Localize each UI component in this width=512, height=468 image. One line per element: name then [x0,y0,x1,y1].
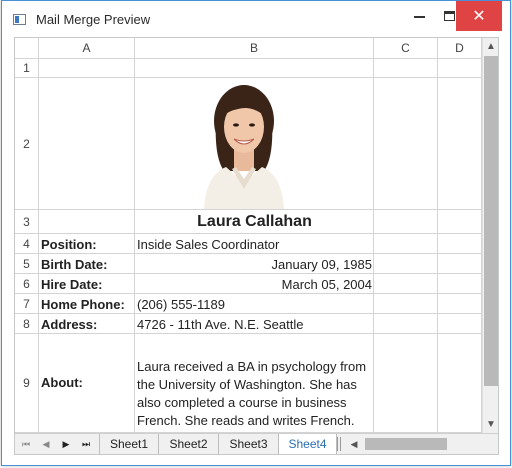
scroll-down-icon[interactable]: ▼ [483,416,498,433]
cell-c5[interactable] [374,254,438,274]
scroll-left-icon[interactable]: ◀ [347,436,361,452]
cell-a3[interactable] [39,210,135,234]
cell-d2[interactable] [438,78,482,210]
row-header-7[interactable]: 7 [15,294,39,314]
cell-d8[interactable] [438,314,482,334]
minimize-button[interactable] [404,1,434,31]
position-label: Position: [41,237,97,252]
cell-d5[interactable] [438,254,482,274]
cell-c3[interactable] [374,210,438,234]
home-phone-label: Home Phone: [41,297,125,312]
maximize-icon [443,11,455,21]
birth-date-value: January 09, 1985 [271,257,372,272]
address-label: Address: [41,317,98,332]
position-value: Inside Sales Coordinator [137,237,280,252]
first-sheet-icon[interactable]: ⏮ [19,437,33,451]
vertical-scroll-thumb[interactable] [484,56,498,386]
cell-c1[interactable] [374,59,438,78]
cell-d7[interactable] [438,294,482,314]
cell-d9[interactable] [438,334,482,433]
title-bar: Mail Merge Preview ✕ [2,1,510,37]
about-text: Laura received a BA in psychology from t… [137,359,367,428]
last-sheet-icon[interactable]: ⏭ [79,437,93,451]
tab-sheet4[interactable]: Sheet4 [279,434,337,454]
mail-merge-preview-window: Mail Merge Preview ✕ A B C D 1 2 3 4 5 6… [1,0,511,466]
birth-date-label: Birth Date: [41,257,108,272]
close-icon: ✕ [472,8,486,25]
row-header-8[interactable]: 8 [15,314,39,334]
column-header-b[interactable]: B [135,38,374,59]
column-header-c[interactable]: C [374,38,438,59]
close-button[interactable]: ✕ [456,1,502,31]
select-all-corner[interactable] [15,38,39,59]
row-header-6[interactable]: 6 [15,274,39,294]
person-photo [186,79,302,209]
window-title: Mail Merge Preview [36,12,151,27]
row-header-2[interactable]: 2 [15,78,39,210]
about-label: About: [41,375,83,390]
row-header-4[interactable]: 4 [15,234,39,254]
tab-sheet1[interactable]: Sheet1 [99,434,159,454]
spreadsheet-icon [13,14,26,25]
vertical-scrollbar[interactable]: ▲ ▼ [482,38,498,433]
hire-date-label: Hire Date: [41,277,103,292]
address-value: 4726 - 11th Ave. N.E. Seattle [137,317,304,332]
cell-d4[interactable] [438,234,482,254]
row-header-1[interactable]: 1 [15,59,39,78]
sheet-tab-bar: ⏮ ◀ ▶ ⏭ Sheet1 Sheet2 Sheet3 Sheet4 ◀ [15,433,498,454]
next-sheet-icon[interactable]: ▶ [59,437,73,451]
cell-c6[interactable] [374,274,438,294]
column-header-a[interactable]: A [39,38,135,59]
row-header-3[interactable]: 3 [15,210,39,234]
cell-c4[interactable] [374,234,438,254]
hire-date-value: March 05, 2004 [281,277,372,292]
cell-c8[interactable] [374,314,438,334]
cell-c9[interactable] [374,334,438,433]
cell-d6[interactable] [438,274,482,294]
column-header-d[interactable]: D [438,38,482,59]
spreadsheet-grid[interactable]: A B C D 1 2 3 4 5 6 7 8 9 Laura Callahan… [14,37,499,455]
scroll-up-icon[interactable]: ▲ [483,38,498,55]
horizontal-scroll-thumb[interactable] [365,438,447,450]
tab-sheet3[interactable]: Sheet3 [219,434,279,454]
cell-c7[interactable] [374,294,438,314]
cell-a1[interactable] [39,59,135,78]
prev-sheet-icon[interactable]: ◀ [39,437,53,451]
cell-d1[interactable] [438,59,482,78]
cell-a2[interactable] [39,78,135,210]
cell-c2[interactable] [374,78,438,210]
tab-splitter[interactable] [337,437,341,451]
cell-d3[interactable] [438,210,482,234]
employee-name: Laura Callahan [197,213,312,230]
tab-sheet2[interactable]: Sheet2 [159,434,219,454]
row-header-9[interactable]: 9 [15,334,39,433]
row-header-5[interactable]: 5 [15,254,39,274]
cell-b1[interactable] [135,59,374,78]
minimize-icon [413,16,425,18]
home-phone-value: (206) 555-1189 [137,297,225,312]
